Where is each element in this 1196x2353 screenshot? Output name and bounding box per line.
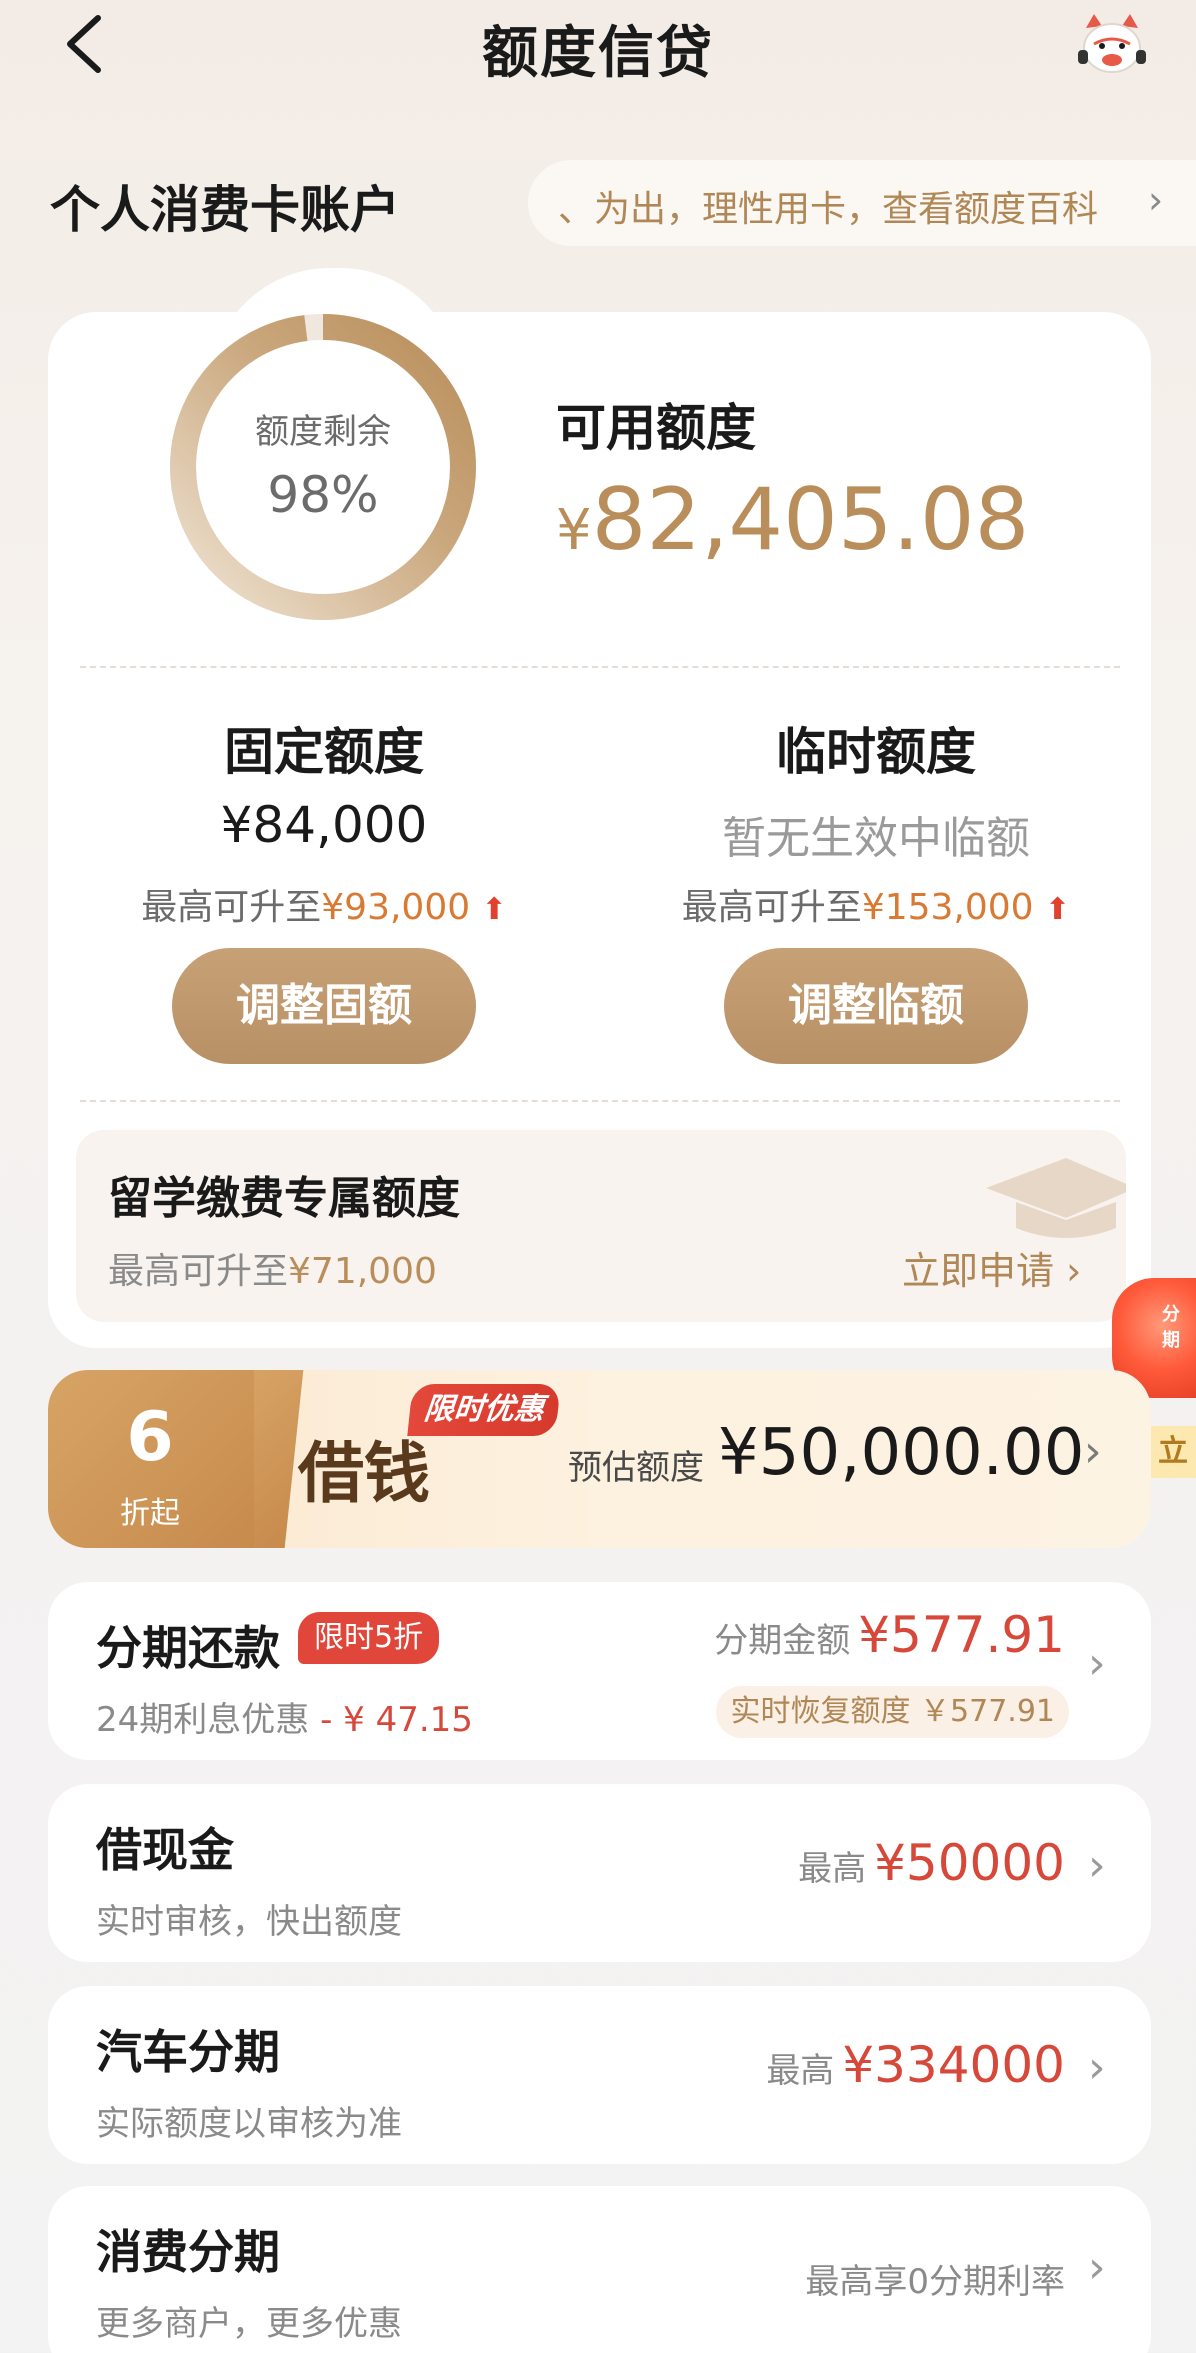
- study-title: 留学缴费专属额度: [108, 1173, 460, 1224]
- ring-label: 额度剩余: [255, 412, 391, 452]
- restore-credit-tag: 实时恢复额度 ￥577.91: [716, 1686, 1069, 1738]
- study-subtitle: 最高可升至¥71,000: [108, 1242, 437, 1294]
- chevron-right-icon: ›: [1088, 1840, 1106, 1891]
- ticker-text: 、为出，理性用卡，查看额度百科: [558, 189, 1099, 230]
- amount-label: 分期金额: [714, 1621, 851, 1661]
- graduation-cap-icon: [986, 1158, 1126, 1238]
- max-amount: 最高 ¥50000: [798, 1834, 1065, 1892]
- card-subtitle: 24期利息优惠 - ¥ 47.15: [96, 1692, 473, 1741]
- chevron-right-icon: ›: [1088, 2242, 1106, 2293]
- card-title: 汽车分期: [96, 2025, 280, 2079]
- chevron-right-icon: ›: [1084, 1426, 1102, 1477]
- fixed-credit-value: ¥84,000: [220, 796, 428, 854]
- max-value: ¥334000: [842, 2036, 1065, 2094]
- apply-now-link[interactable]: 立即申请 ›: [902, 1240, 1081, 1295]
- consumer-installment-card[interactable]: 消费分期 更多商户，更多优惠 最高享0分期利率 ›: [48, 2186, 1151, 2353]
- interest-discount-value: - ¥ 47.15: [320, 1700, 473, 1740]
- arrow-up-icon: ⬆: [481, 892, 507, 927]
- fixed-upgrade-hint: 最高可升至¥93,000 ⬆: [74, 878, 574, 930]
- card-title: 消费分期: [96, 2225, 280, 2279]
- currency-symbol: ¥: [556, 498, 592, 563]
- installment-amount: 分期金额 ¥577.91: [714, 1606, 1065, 1664]
- fixed-credit-title: 固定额度: [224, 723, 424, 781]
- card-subtitle: 实际额度以审核为准: [96, 2104, 402, 2144]
- ring-percentage: 98%: [267, 466, 379, 524]
- divider: [80, 1100, 1120, 1102]
- adjust-temp-button[interactable]: 调整临额: [724, 948, 1028, 1064]
- credit-tips-ticker[interactable]: 、为出，理性用卡，查看额度百科 ›: [528, 160, 1196, 246]
- borrow-money-banner[interactable]: 6 折起 借钱 限时优惠 预估额度 ¥50,000.00 ›: [48, 1370, 1151, 1548]
- study-sub-value: ¥71,000: [288, 1251, 437, 1292]
- study-sub-prefix: 最高可升至: [108, 1251, 289, 1292]
- zero-rate-promo: 最高享0分期利率: [805, 2254, 1065, 2303]
- available-amount-number: 82,405.08: [591, 470, 1030, 570]
- promo-tag: 限时5折: [298, 1612, 440, 1664]
- card-title: 借现金: [96, 1823, 234, 1877]
- chevron-right-icon: ›: [1088, 1638, 1106, 1689]
- cash-loan-card[interactable]: 借现金 实时审核，快出额度 最高 ¥50000 ›: [48, 1784, 1151, 1962]
- discount-number: 6: [126, 1398, 174, 1477]
- header-bar: 额度信贷: [0, 0, 1196, 95]
- upgrade-prefix: 最高可升至: [141, 887, 322, 928]
- float-text: 分期: [1162, 1304, 1180, 1351]
- arrow-up-icon: ⬆: [1045, 892, 1071, 927]
- max-value: ¥50000: [874, 1834, 1065, 1892]
- limited-offer-badge: 限时优惠: [407, 1384, 561, 1436]
- chevron-right-icon: ›: [1148, 178, 1164, 222]
- installment-repayment-card[interactable]: 分期还款 限时5折 24期利息优惠 - ¥ 47.15 分期金额 ¥577.91 …: [48, 1582, 1151, 1760]
- zero-rate-text: 最高享0分期利率: [805, 2262, 1065, 2302]
- chevron-right-icon: ›: [1088, 2042, 1106, 2093]
- discount-label: 折起: [120, 1496, 180, 1531]
- max-label: 最高: [766, 2051, 835, 2091]
- mascot-icon[interactable]: [1072, 10, 1152, 80]
- max-label: 最高: [798, 1849, 867, 1889]
- amount-value: ¥577.91: [858, 1606, 1065, 1664]
- available-credit-amount: ¥82,405.08: [556, 470, 1029, 570]
- estimated-credit-label: 预估额度: [568, 1448, 704, 1488]
- adjust-fixed-button[interactable]: 调整固额: [172, 948, 476, 1064]
- available-credit-label: 可用额度: [556, 399, 756, 457]
- auto-installment-card[interactable]: 汽车分期 实际额度以审核为准 最高 ¥334000 ›: [48, 1986, 1151, 2164]
- card-title: 分期还款: [96, 1621, 280, 1675]
- divider: [80, 666, 1120, 668]
- page-title: 额度信贷: [482, 21, 714, 86]
- estimated-credit-value: ¥50,000.00: [718, 1416, 1085, 1490]
- temp-credit-title: 临时额度: [776, 723, 976, 781]
- interest-discount-label: 24期利息优惠: [96, 1700, 310, 1740]
- card-subtitle: 更多商户，更多优惠: [96, 2304, 402, 2344]
- temp-credit-value: 暂无生效中临额: [722, 813, 1030, 864]
- study-abroad-credit[interactable]: 留学缴费专属额度 最高可升至¥71,000 立即申请 ›: [76, 1130, 1126, 1322]
- account-title: 个人消费卡账户: [50, 181, 400, 239]
- temp-upgrade-hint: 最高可升至¥153,000 ⬆: [626, 878, 1126, 930]
- card-subtitle: 实时审核，快出额度: [96, 1902, 402, 1942]
- upgrade-value: ¥153,000: [861, 887, 1034, 928]
- upgrade-prefix: 最高可升至: [681, 887, 862, 928]
- upgrade-value: ¥93,000: [321, 887, 471, 928]
- max-amount: 最高 ¥334000: [766, 2036, 1065, 2094]
